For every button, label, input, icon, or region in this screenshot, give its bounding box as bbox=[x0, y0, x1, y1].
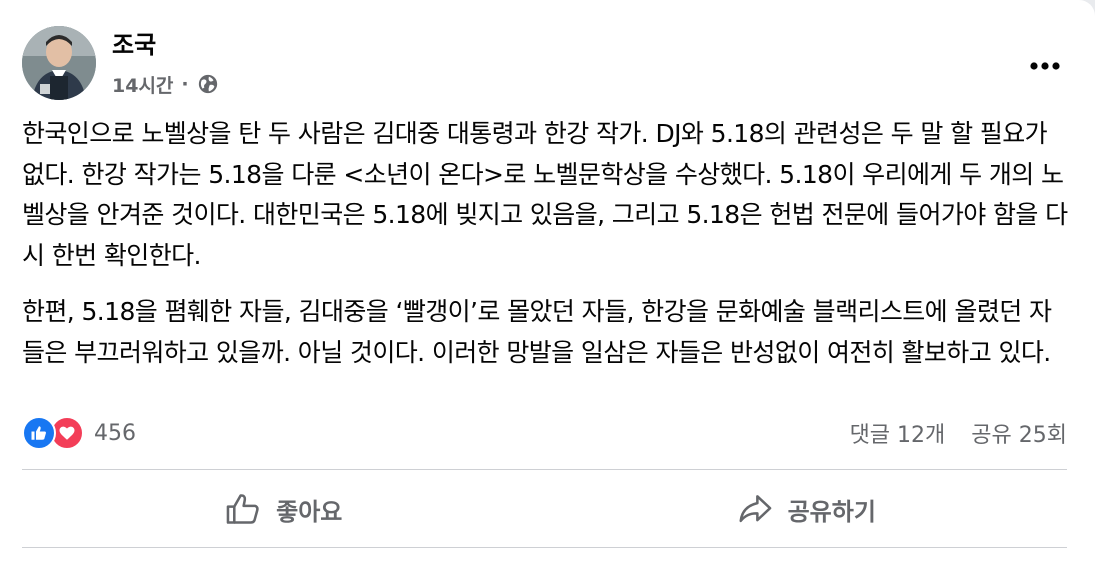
engagement-counts: 댓글 12개 공유 25회 bbox=[850, 417, 1067, 449]
more-options-button[interactable] bbox=[1023, 44, 1067, 88]
more-horizontal-icon bbox=[1030, 62, 1060, 70]
divider-bottom bbox=[22, 547, 1067, 548]
post-text: 한국인으로 노벨상을 탄 두 사람은 김대중 대통령과 한강 작가. DJ와 5… bbox=[22, 114, 1072, 389]
like-icon bbox=[22, 416, 56, 450]
globe-icon bbox=[198, 74, 217, 94]
meta-separator: · bbox=[181, 73, 189, 95]
post-card: 조국 14시간 · 한국인으로 노벨상을 탄 두 사람은 김대중 대통령과 한강… bbox=[0, 0, 1095, 564]
reaction-count: 456 bbox=[94, 420, 136, 446]
share-button-label: 공유하기 bbox=[787, 497, 876, 526]
post-time[interactable]: 14시간 bbox=[112, 71, 173, 98]
author-avatar[interactable] bbox=[22, 26, 96, 100]
like-button-label: 좋아요 bbox=[276, 497, 343, 526]
thumbs-up-icon bbox=[226, 494, 259, 524]
post-header: 조국 14시간 · bbox=[22, 26, 1067, 106]
post-meta: 14시간 · bbox=[112, 70, 219, 98]
post-paragraph-2: 한편, 5.18을 폄훼한 자들, 김대중을 ‘빨갱이’로 몰았던 자들, 한강… bbox=[22, 297, 1052, 367]
reactions-summary[interactable]: 456 bbox=[22, 416, 136, 450]
post-paragraph-1: 한국인으로 노벨상을 탄 두 사람은 김대중 대통령과 한강 작가. DJ와 5… bbox=[22, 119, 1068, 270]
avatar-photo bbox=[22, 26, 96, 100]
share-count[interactable]: 공유 25회 bbox=[971, 417, 1067, 449]
share-arrow-icon bbox=[739, 495, 771, 523]
divider-top bbox=[22, 469, 1067, 470]
like-button[interactable]: 좋아요 bbox=[22, 474, 545, 544]
post-stats: 456 댓글 12개 공유 25회 bbox=[22, 412, 1067, 454]
action-bar: 좋아요 공유하기 bbox=[22, 474, 1067, 544]
comment-count[interactable]: 댓글 12개 bbox=[850, 417, 946, 449]
author-name[interactable]: 조국 bbox=[112, 30, 156, 60]
share-button[interactable]: 공유하기 bbox=[545, 474, 1068, 544]
